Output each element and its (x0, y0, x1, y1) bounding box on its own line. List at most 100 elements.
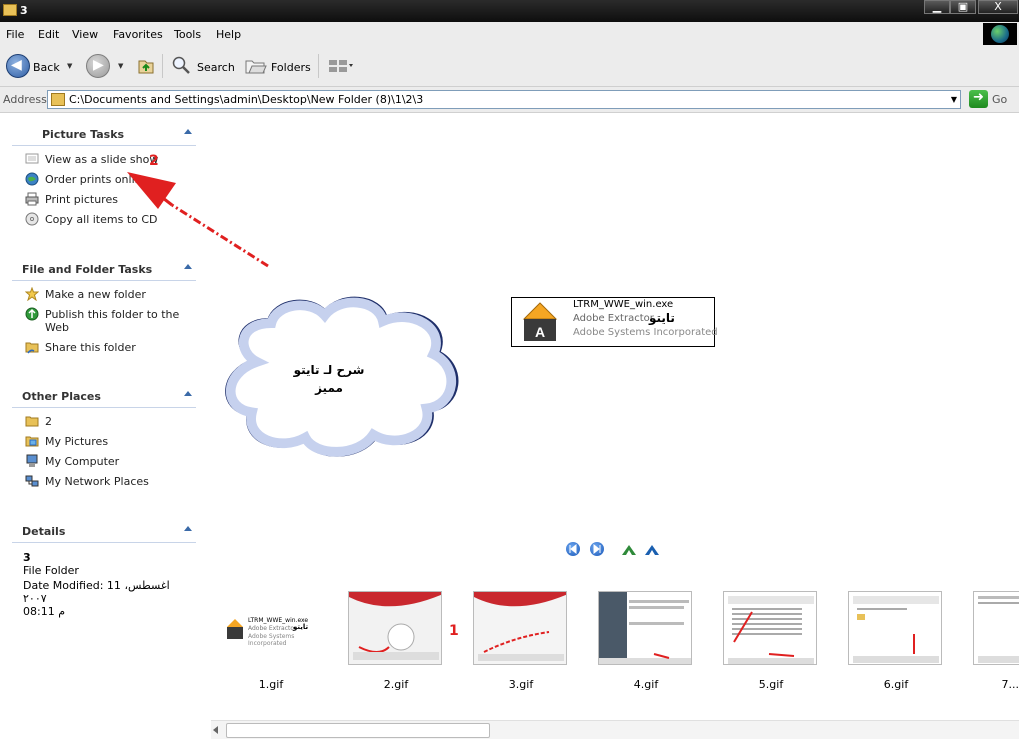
thumb-overlay: تايتو (293, 623, 309, 631)
task-label[interactable]: Make a new folder (45, 287, 196, 301)
menu-view[interactable]: View (72, 28, 98, 41)
file-folder-tasks-panel: File and Folder Tasks Make a new folder … (12, 258, 196, 360)
forward-dropdown-icon[interactable]: ▼ (118, 62, 123, 70)
globe-icon (25, 172, 39, 186)
details-header[interactable]: Details (12, 520, 196, 543)
collapse-icon[interactable] (184, 391, 192, 396)
task-label[interactable]: Publish this folder to the Web (45, 307, 196, 334)
back-button[interactable]: ◀ (6, 54, 30, 78)
cloud-line-1: شرح لـ تايتو (293, 363, 365, 377)
thumbnail-5[interactable] (723, 591, 819, 669)
file-folder-tasks-header[interactable]: File and Folder Tasks (12, 258, 196, 281)
place-my-pictures[interactable]: My Pictures (12, 434, 196, 454)
task-label[interactable]: View as a slide show (45, 152, 196, 166)
search-icon[interactable] (171, 55, 191, 75)
menu-help[interactable]: Help (216, 28, 241, 41)
next-image-button[interactable] (590, 542, 604, 556)
thumbnail-image (848, 591, 942, 665)
share-folder-icon (25, 342, 39, 354)
thumbnail-1[interactable]: LTRM_WWE_win.exe Adobe Extractor Adobe S… (223, 591, 319, 669)
place-2[interactable]: 2 (12, 414, 196, 434)
task-label[interactable]: Copy all items to CD (45, 212, 196, 226)
collapse-icon[interactable] (184, 526, 192, 531)
address-input[interactable]: C:\Documents and Settings\admin\Desktop\… (47, 90, 961, 109)
scrollbar-thumb[interactable] (226, 723, 490, 738)
back-arrow-icon: ◀ (11, 57, 22, 73)
folders-button[interactable]: Folders (271, 61, 311, 74)
previous-image-button[interactable] (566, 542, 580, 556)
adobe-extractor-icon: A (522, 302, 558, 341)
folder-icon (25, 416, 39, 427)
task-print-pictures[interactable]: Print pictures (12, 192, 196, 212)
rotate-counterclockwise-icon[interactable] (644, 544, 660, 556)
thumbnail-7[interactable] (973, 591, 1019, 669)
task-publish-web[interactable]: Publish this folder to the Web (12, 307, 196, 340)
task-label[interactable]: Share this folder (45, 340, 196, 354)
content-area: شرح لـ تايتو مميز A LTRM_WWE_win.exe Ado… (211, 113, 1019, 720)
slideshow-icon (25, 153, 39, 164)
task-label[interactable]: My Pictures (45, 434, 196, 448)
task-new-folder[interactable]: Make a new folder (12, 287, 196, 307)
close-button[interactable]: X (978, 0, 1018, 14)
maximize-button[interactable]: ▣ (950, 0, 976, 14)
collapse-icon[interactable] (184, 264, 192, 269)
go-label[interactable]: Go (992, 93, 1007, 106)
place-my-network[interactable]: My Network Places (12, 474, 196, 494)
picture-tasks-header[interactable]: Picture Tasks (12, 123, 196, 146)
details-time: 08:11 م (23, 605, 66, 618)
task-label[interactable]: My Network Places (45, 474, 196, 488)
other-places-header[interactable]: Other Places (12, 385, 196, 408)
thumbnail-image: LTRM_WWE_win.exe Adobe Extractor Adobe S… (223, 617, 317, 647)
collapse-icon[interactable] (184, 129, 192, 134)
preview-image: A LTRM_WWE_win.exe Adobe Extractor Adobe… (511, 297, 718, 347)
task-order-prints[interactable]: Order prints online (12, 172, 196, 192)
back-label[interactable]: Back (33, 61, 60, 74)
thumbnail-6-label[interactable]: 6.gif (848, 678, 944, 691)
thumbnail-1-label[interactable]: 1.gif (223, 678, 319, 691)
task-label[interactable]: Print pictures (45, 192, 196, 206)
place-my-computer[interactable]: My Computer (12, 454, 196, 474)
thumb-company: Adobe Systems Incorporated (248, 633, 295, 647)
thumbnail-5-label[interactable]: 5.gif (723, 678, 819, 691)
rotate-clockwise-icon[interactable] (621, 544, 637, 556)
thumbnail-6[interactable] (848, 591, 944, 669)
thumbnail-2-label[interactable]: 2.gif (348, 678, 444, 691)
preview-filename: LTRM_WWE_win.exe (573, 299, 674, 310)
menu-tools[interactable]: Tools (174, 28, 201, 41)
thumbnail-4-label[interactable]: 4.gif (598, 678, 694, 691)
panel-title: Other Places (22, 390, 101, 403)
up-folder-icon[interactable] (136, 55, 156, 75)
task-share-folder[interactable]: Share this folder (12, 340, 196, 360)
horizontal-scrollbar[interactable] (211, 720, 1019, 739)
go-button[interactable]: ➜ Go (969, 90, 1019, 109)
task-label[interactable]: 2 (45, 414, 196, 428)
thumbnail-3-label[interactable]: 3.gif (473, 678, 569, 691)
back-dropdown-icon[interactable]: ▼ (67, 62, 72, 70)
address-bar: Address C:\Documents and Settings\admin\… (0, 87, 1019, 113)
menu-favorites[interactable]: Favorites (113, 28, 163, 41)
minimize-button[interactable]: ▁ (924, 0, 950, 14)
forward-button[interactable]: ▶ (86, 54, 110, 78)
address-dropdown-icon[interactable]: ▼ (951, 95, 957, 104)
menu-file[interactable]: File (6, 28, 24, 41)
folder-icon (51, 93, 65, 106)
thumbnail-2[interactable] (348, 591, 444, 669)
thumbnail-3[interactable] (473, 591, 569, 669)
thumb-product: Adobe Extractor (248, 625, 297, 632)
folders-icon[interactable] (245, 57, 267, 75)
search-button[interactable]: Search (197, 61, 235, 74)
publish-web-icon (25, 307, 39, 321)
task-slide-show[interactable]: View as a slide show (12, 152, 196, 172)
computer-icon (26, 454, 38, 467)
scroll-left-icon[interactable] (213, 726, 218, 734)
task-label[interactable]: Order prints online (45, 172, 196, 186)
address-value[interactable]: C:\Documents and Settings\admin\Desktop\… (69, 93, 423, 106)
thumbnail-4[interactable] (598, 591, 694, 669)
pictures-folder-icon (25, 436, 39, 447)
task-copy-to-cd[interactable]: Copy all items to CD (12, 212, 196, 232)
menu-edit[interactable]: Edit (38, 28, 59, 41)
task-label[interactable]: My Computer (45, 454, 196, 468)
task-pane: Picture Tasks View as a slide show Order… (0, 113, 211, 742)
thumbnail-7-label[interactable]: 7... (973, 678, 1019, 691)
views-icon[interactable] (328, 59, 353, 73)
